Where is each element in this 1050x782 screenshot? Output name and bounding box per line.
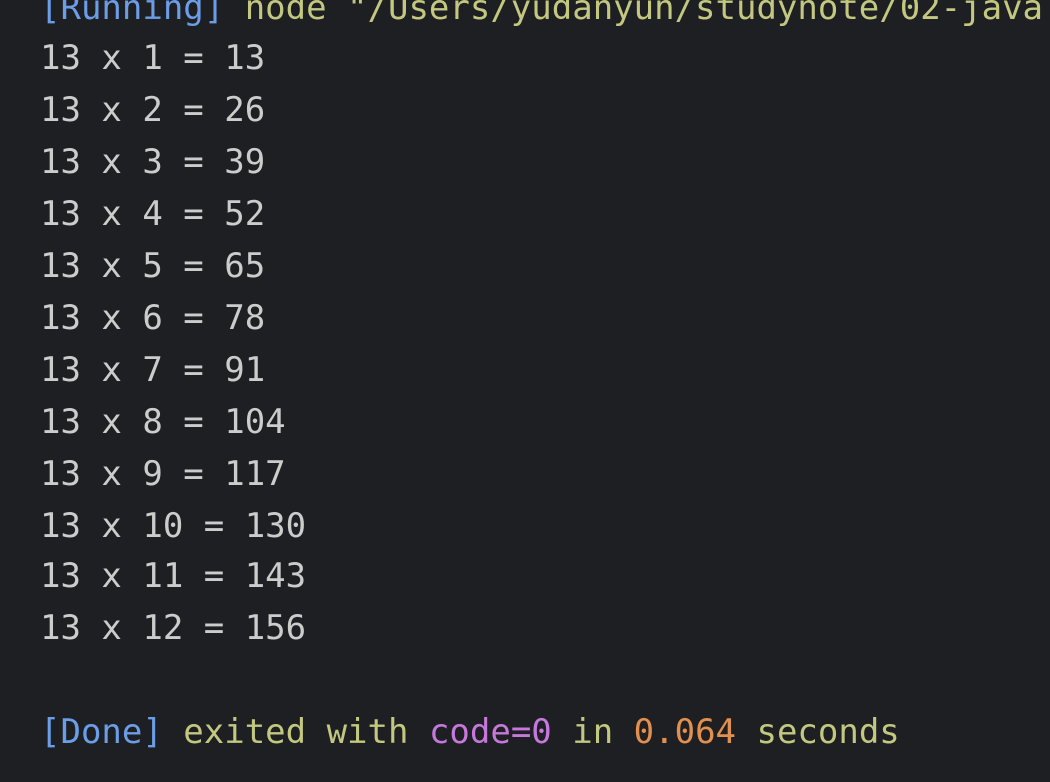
output-line: 13 x 7 = 91 [40, 350, 266, 390]
done-tag: [Done] [40, 712, 163, 752]
exit-code: code=0 [428, 712, 552, 752]
done-status-line: [Done] exited with code=0 in 0.064 secon… [40, 712, 900, 752]
running-status-line: [Running] node "/Users/yudanyun/studynot… [40, 0, 1043, 28]
output-line: 13 x 4 = 52 [40, 194, 266, 234]
seconds-text: seconds [736, 712, 900, 752]
elapsed-time: 0.064 [633, 712, 737, 752]
output-line: 13 x 6 = 78 [40, 298, 266, 338]
running-command: node "/Users/yudanyun/studynote/02-java [224, 0, 1044, 28]
output-line: 13 x 8 = 104 [40, 402, 286, 442]
output-line: 13 x 2 = 26 [40, 90, 266, 130]
exited-text: exited with [162, 712, 429, 752]
output-panel: [Running] node "/Users/yudanyun/studynot… [0, 0, 1050, 782]
output-line: 13 x 12 = 156 [40, 608, 307, 648]
output-line: 13 x 11 = 143 [40, 556, 307, 596]
output-line: 13 x 5 = 65 [40, 246, 266, 286]
output-line: 13 x 9 = 117 [40, 454, 286, 494]
running-tag: [Running] [40, 0, 225, 28]
output-line: 13 x 3 = 39 [40, 142, 266, 182]
output-line: 13 x 10 = 130 [40, 506, 307, 546]
output-line: 13 x 1 = 13 [40, 38, 266, 78]
in-text: in [551, 712, 634, 752]
